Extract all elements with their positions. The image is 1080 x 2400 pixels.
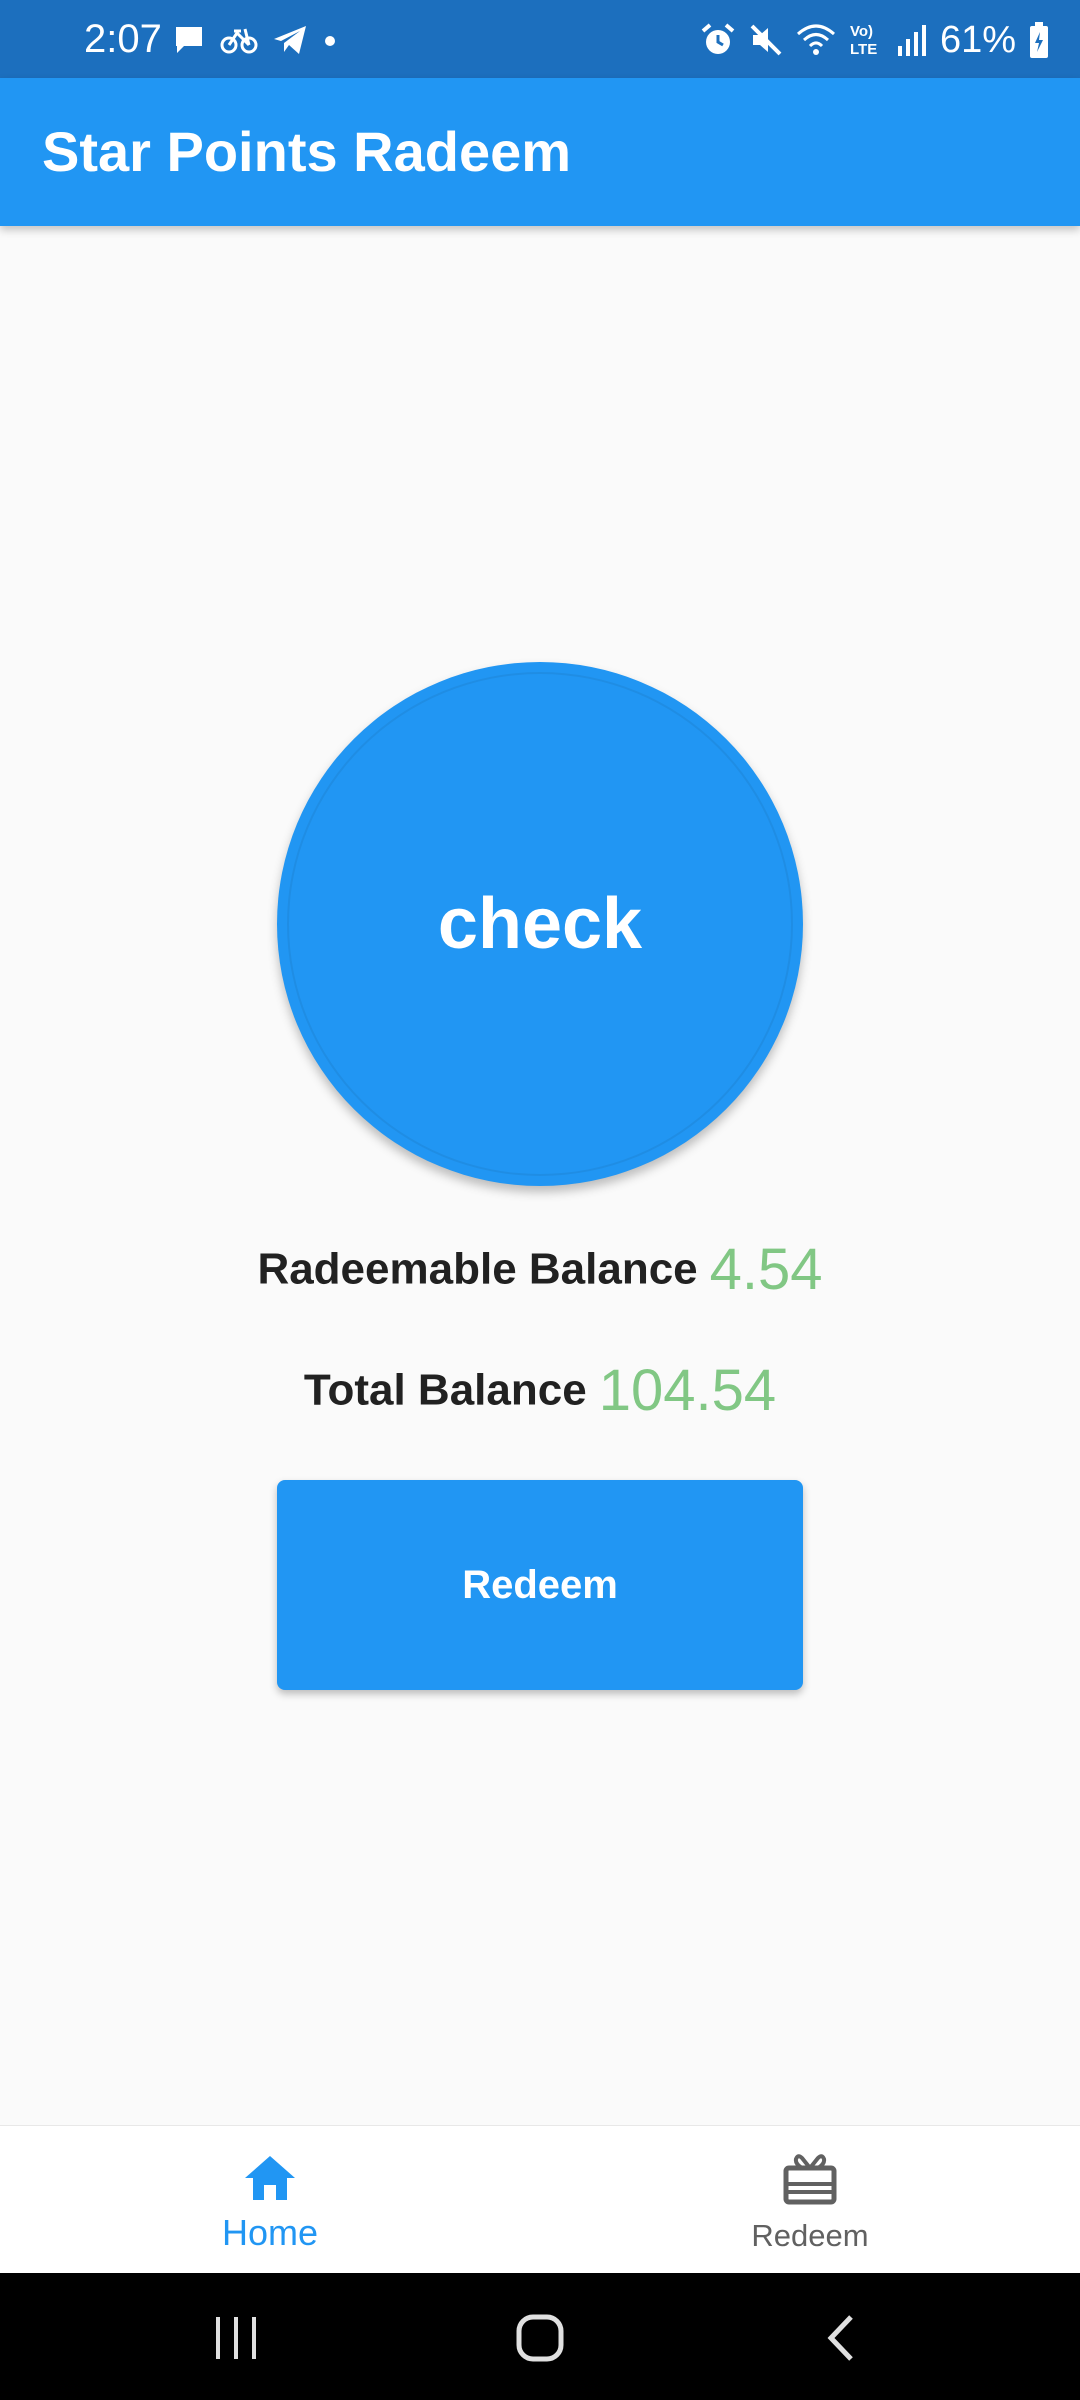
total-balance-value: 104.54 [598,1358,777,1423]
back-button[interactable] [800,2303,880,2373]
app-bar: Star Points Radeem [0,78,1080,226]
system-navigation-bar [0,2273,1080,2400]
status-system-icons: Vo) LTE 61% [700,18,1050,62]
system-home-icon [516,2314,564,2362]
nav-item-redeem-label: Redeem [751,2218,869,2253]
system-home-button[interactable] [500,2303,580,2373]
total-balance-row: Total Balance 104.54 [0,1357,1080,1424]
nav-item-redeem[interactable]: Redeem [540,2126,1080,2274]
status-notification-icons [172,20,338,60]
gift-icon [783,2154,837,2205]
dot-icon [325,36,335,46]
wifi-icon [796,24,835,55]
bottom-navigation: Home Redeem [0,2125,1080,2273]
svg-text:Vo): Vo) [850,23,873,40]
bike-icon [220,28,258,54]
page-title: Star Points Radeem [42,120,572,183]
status-bar: 2:07 Vo) LTE 61% [0,0,1080,78]
nav-item-home-label: Home [221,2212,319,2253]
message-icon [176,27,202,53]
total-balance-label: Total Balance [303,1365,587,1415]
check-button-ring [287,672,793,1176]
volte-icon: Vo) LTE [850,23,877,58]
telegram-icon [274,26,306,54]
battery-percent: 61% [939,19,1016,61]
alarm-icon [701,23,735,54]
redeemable-balance-label: Radeemable Balance [257,1244,698,1294]
home-icon [245,2156,295,2200]
signal-icon [897,25,926,56]
battery-icon [1030,22,1048,58]
recent-apps-icon [216,2317,256,2359]
recent-apps-button[interactable] [196,2303,276,2373]
redeem-button[interactable]: Redeem [277,1480,803,1690]
mute-icon [750,24,782,56]
nav-item-home[interactable]: Home [0,2126,540,2274]
redeemable-balance-row: Radeemable Balance 4.54 [0,1236,1080,1303]
svg-text:LTE: LTE [850,41,877,58]
redeemable-balance-value: 4.54 [709,1237,823,1302]
status-time: 2:07 [84,17,162,61]
back-icon [827,2315,853,2361]
redeem-button-label: Redeem [462,1562,618,1607]
check-button[interactable]: check [277,662,803,1186]
